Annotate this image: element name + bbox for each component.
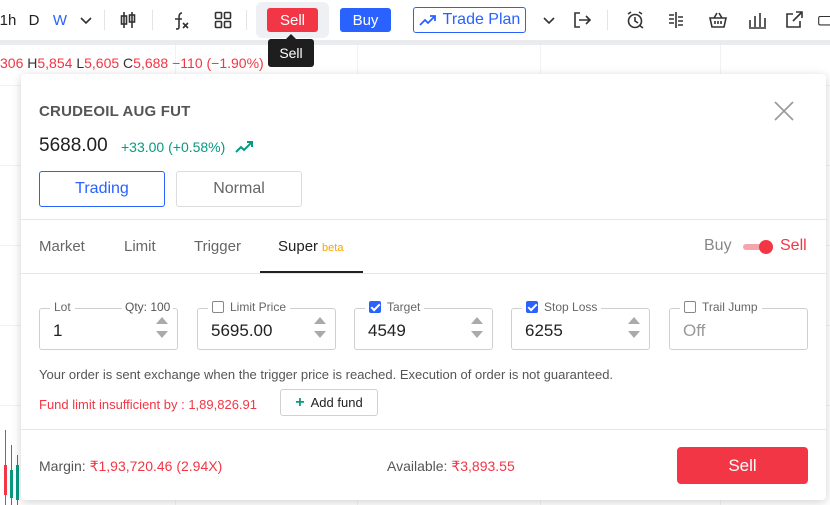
- tab-super[interactable]: Super beta: [278, 238, 343, 255]
- beta-badge: beta: [322, 242, 344, 254]
- ohlc-readout: 306 H5,854 L5,605 C5,688 −110 (−1.90%): [0, 55, 264, 71]
- interval-dropdown-icon[interactable]: [76, 0, 96, 40]
- submit-sell-button[interactable]: Sell: [677, 447, 808, 484]
- limit-price-label-text: Limit Price: [230, 300, 287, 314]
- open-external-icon[interactable]: [782, 0, 806, 40]
- limit-price-label: Limit Price: [208, 300, 291, 314]
- side-sell-label[interactable]: Sell: [780, 237, 807, 255]
- trend-up-icon: [419, 15, 436, 26]
- margin-label: Margin:: [39, 458, 86, 474]
- candle: [16, 465, 19, 500]
- divider: [21, 273, 826, 274]
- camera-icon[interactable]: [818, 0, 830, 40]
- limit-price-field[interactable]: Limit Price 5695.00: [197, 300, 336, 350]
- qty-label: Qty: 100: [122, 300, 174, 314]
- stop-loss-label-text: Stop Loss: [544, 300, 598, 314]
- stop-loss-label: Stop Loss: [522, 300, 602, 314]
- add-fund-label: Add fund: [310, 395, 363, 410]
- instrument-title: CRUDEOIL AUG FUT: [39, 103, 191, 120]
- ohlc-change: −110 (−1.90%): [172, 55, 264, 71]
- basket-icon[interactable]: [706, 0, 730, 40]
- close-icon[interactable]: [773, 100, 795, 122]
- tab-trigger[interactable]: Trigger: [194, 238, 241, 255]
- plus-icon: +: [295, 393, 305, 411]
- limit-price-stepper[interactable]: [314, 317, 326, 341]
- available-value: ₹3,893.55: [451, 458, 515, 474]
- tab-limit[interactable]: Limit: [124, 238, 156, 255]
- lot-label-text: Lot: [54, 300, 71, 314]
- trading-screen: 306 H5,854 L5,605 C5,688 −110 (−1.90%) 1…: [0, 0, 830, 505]
- limit-price-value: 5695.00: [211, 321, 273, 340]
- add-fund-button[interactable]: + Add fund: [280, 389, 378, 416]
- ohlc-high-key: H: [27, 55, 38, 71]
- candle-style-icon[interactable]: [117, 0, 139, 40]
- divider: [21, 429, 826, 430]
- last-price: 5688.00: [39, 135, 108, 156]
- lot-value: 1: [53, 321, 63, 340]
- target-field[interactable]: Target 4549: [354, 300, 493, 350]
- stop-loss-field[interactable]: Stop Loss 6255: [511, 300, 650, 350]
- tab-super-label: Super: [278, 238, 319, 255]
- candle: [10, 470, 13, 498]
- divider: [21, 219, 826, 220]
- limit-price-checkbox[interactable]: [212, 301, 224, 313]
- ohlc-close-value: 5,688: [133, 55, 169, 71]
- target-value: 4549: [368, 321, 406, 340]
- trend-up-icon: [235, 140, 255, 154]
- stop-loss-stepper[interactable]: [628, 317, 640, 341]
- ohlc-open-value: 306: [0, 55, 24, 71]
- trail-jump-checkbox[interactable]: [684, 301, 696, 313]
- export-icon[interactable]: [570, 0, 594, 40]
- tab-market[interactable]: Market: [39, 238, 85, 255]
- ohlc-high-value: 5,854: [37, 55, 73, 71]
- margin-value: ₹1,93,720.46 (2.94X): [89, 458, 223, 474]
- available-info: Available: ₹3,893.55: [387, 458, 515, 475]
- fund-warning: Fund limit insufficient by : 1,89,826.91: [39, 397, 257, 412]
- target-label-text: Target: [387, 300, 421, 314]
- ohlc-low-key: L: [76, 55, 85, 71]
- alert-clock-icon[interactable]: [623, 0, 647, 40]
- side-buy-label[interactable]: Buy: [704, 237, 732, 255]
- interval-w[interactable]: W: [51, 0, 69, 40]
- top-toolbar: 1h D W Sell Buy Trade Plan: [0, 0, 830, 40]
- interval-d[interactable]: D: [26, 0, 42, 40]
- toolbar-buy-button[interactable]: Buy: [340, 8, 391, 32]
- mode-trading-button[interactable]: Trading: [39, 171, 165, 207]
- stop-loss-checkbox[interactable]: [526, 301, 538, 313]
- price-change: +33.00 (+0.58%): [121, 139, 226, 155]
- trail-jump-label: Trail Jump: [680, 300, 762, 314]
- align-tool-icon[interactable]: [664, 0, 688, 40]
- lot-label: Lot: [50, 300, 75, 314]
- ohlc-low-value: 5,605: [84, 55, 120, 71]
- trail-jump-value: Off: [683, 321, 706, 340]
- trail-jump-label-text: Trail Jump: [702, 300, 758, 314]
- candle: [4, 465, 7, 495]
- indicators-icon[interactable]: [169, 0, 191, 40]
- target-checkbox[interactable]: [369, 301, 381, 313]
- order-panel: CRUDEOIL AUG FUT 5688.00 +33.00 (+0.58%)…: [21, 74, 826, 500]
- stop-loss-value: 6255: [525, 321, 563, 340]
- order-note: Your order is sent exchange when the tri…: [39, 367, 614, 382]
- toolbar-divider: [0, 40, 830, 45]
- lot-stepper[interactable]: [156, 317, 168, 341]
- sell-tooltip: Sell: [268, 34, 314, 67]
- trade-plan-button[interactable]: Trade Plan: [413, 7, 526, 33]
- ohlc-close-key: C: [123, 55, 134, 71]
- mode-normal-button[interactable]: Normal: [176, 171, 302, 207]
- toolbar-sell-button[interactable]: Sell: [267, 8, 318, 32]
- margin-info: Margin: ₹1,93,720.46 (2.94X): [39, 458, 222, 475]
- layout-grid-icon[interactable]: [212, 0, 234, 40]
- more-dropdown-icon[interactable]: [538, 0, 560, 40]
- available-label: Available:: [387, 458, 448, 474]
- target-stepper[interactable]: [471, 317, 483, 341]
- target-label: Target: [365, 300, 425, 314]
- lot-field[interactable]: Lot Qty: 100 1: [39, 300, 178, 350]
- trail-jump-field[interactable]: Trail Jump Off: [669, 300, 808, 350]
- buy-sell-toggle[interactable]: [743, 240, 773, 254]
- trade-plan-label: Trade Plan: [442, 11, 521, 28]
- bar-chart-icon[interactable]: [745, 0, 769, 40]
- interval-1h[interactable]: 1h: [0, 0, 16, 40]
